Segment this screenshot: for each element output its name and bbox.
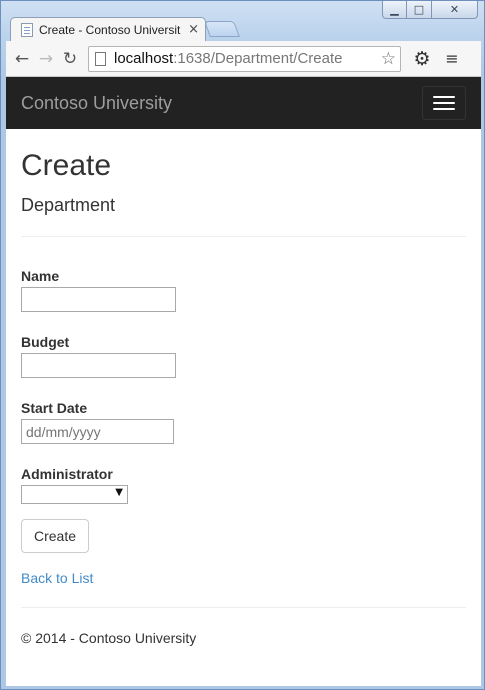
administrator-group: Administrator ▼ <box>21 465 466 504</box>
hamburger-bar <box>433 96 455 98</box>
site-navbar: Contoso University <box>6 77 481 129</box>
minimize-button[interactable]: ▁ <box>382 1 407 19</box>
dropdown-arrow-icon: ▼ <box>115 487 123 498</box>
main-content: Create Department Name Budget Start Date… <box>6 149 481 646</box>
hamburger-bar <box>433 108 455 110</box>
star-icon[interactable]: ☆ <box>381 49 396 69</box>
tab-close-icon[interactable]: × <box>188 22 199 37</box>
browser-toolbar: ← → ↻ localhost:1638/Department/Create ☆… <box>6 41 481 77</box>
menu-icon[interactable]: ≡ <box>439 47 465 71</box>
name-label: Name <box>21 268 60 284</box>
page-icon <box>95 51 106 66</box>
budget-input[interactable] <box>21 353 176 378</box>
start-date-input[interactable] <box>21 419 174 444</box>
divider <box>21 236 466 237</box>
name-group: Name <box>21 267 466 312</box>
tab-title: Create - Contoso Universit <box>39 22 181 37</box>
start-date-group: Start Date <box>21 399 466 444</box>
start-date-label: Start Date <box>21 400 88 416</box>
name-input[interactable] <box>21 287 176 312</box>
maximize-icon: □ <box>413 3 425 16</box>
back-to-list-link[interactable]: Back to List <box>21 570 466 586</box>
page-title: Create <box>21 149 112 182</box>
url-path: :1638/Department/Create <box>173 50 343 67</box>
page-favicon-icon <box>21 22 33 37</box>
reload-icon[interactable]: ↻ <box>58 47 82 71</box>
browser-window: ▁ □ ✕ Create - Contoso Universit × ← → ↻… <box>0 0 485 690</box>
back-icon[interactable]: ← <box>10 47 34 71</box>
page-subtitle: Department <box>21 195 116 215</box>
brand-link[interactable]: Contoso University <box>21 93 172 114</box>
close-window-button[interactable]: ✕ <box>432 1 478 19</box>
administrator-select[interactable]: ▼ <box>21 485 128 504</box>
page-viewport: Contoso University Create Department Nam… <box>6 77 481 686</box>
budget-label: Budget <box>21 334 70 350</box>
forward-icon[interactable]: → <box>34 47 58 71</box>
browser-tab[interactable]: Create - Contoso Universit × <box>10 17 206 41</box>
gear-icon[interactable]: ⚙ <box>409 47 435 71</box>
create-button[interactable]: Create <box>21 519 90 553</box>
hamburger-bar <box>433 102 455 104</box>
footer-text: © 2014 - Contoso University <box>21 630 197 646</box>
url-text[interactable]: localhost:1638/Department/Create <box>114 50 381 67</box>
new-tab-button[interactable] <box>204 21 240 37</box>
administrator-label: Administrator <box>21 466 113 482</box>
url-host: localhost <box>114 50 174 67</box>
footer: © 2014 - Contoso University <box>21 607 466 646</box>
hamburger-icon[interactable] <box>422 86 466 120</box>
close-icon: ✕ <box>449 3 460 16</box>
maximize-button[interactable]: □ <box>407 1 432 19</box>
minimize-icon: ▁ <box>390 3 399 16</box>
address-bar[interactable]: localhost:1638/Department/Create ☆ <box>88 45 401 72</box>
budget-group: Budget <box>21 333 466 378</box>
window-controls: ▁ □ ✕ <box>382 1 478 19</box>
